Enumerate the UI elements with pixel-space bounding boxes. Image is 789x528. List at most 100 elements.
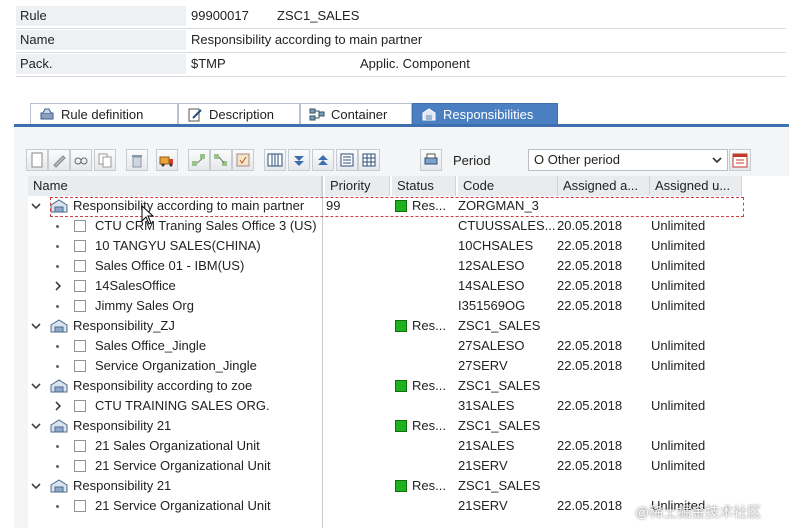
period-select[interactable]: O Other period (528, 149, 728, 171)
priority-cell (326, 316, 386, 336)
tab-responsibilities[interactable]: Responsibilities (412, 103, 558, 125)
column-header-status[interactable]: Status (392, 176, 456, 196)
org-unit-row[interactable]: Sales Office_Jingle 27SALESO 22.05.2018 Unl… (28, 336, 789, 356)
tree-bullet-icon (56, 305, 59, 308)
org-unit-row[interactable]: 21 Service Organizational Unit 21SERV 22.0… (28, 456, 789, 476)
priority-cell (326, 376, 386, 396)
code-cell: CTUUSSALES... (458, 218, 556, 233)
expand-chevron-right-icon[interactable] (51, 399, 65, 413)
expand-chevron-right-icon[interactable] (51, 279, 65, 293)
priority-cell (326, 416, 386, 436)
status-cell (412, 276, 456, 296)
name-cell: 10 TANGYU SALES(CHINA) (95, 238, 261, 253)
divider (16, 52, 786, 53)
expand-chevron-down-icon[interactable] (29, 419, 43, 433)
assigned-from-cell (557, 416, 649, 436)
expand-all-button[interactable] (288, 149, 310, 171)
status-cell (412, 496, 456, 516)
tab-description[interactable]: Description (178, 103, 300, 125)
tab-label: Container (331, 107, 388, 122)
column-header-name[interactable]: Name (28, 176, 322, 196)
code-cell: 21SERV (458, 498, 508, 513)
assigned-until-cell: Unlimited (651, 458, 706, 473)
simulate-button[interactable] (232, 149, 254, 171)
name-cell: 21 Service Organizational Unit (95, 458, 271, 473)
status-cell (412, 256, 456, 276)
column-header-priority[interactable]: Priority (325, 176, 390, 196)
assigned-from-cell: 22.05.2018 (557, 358, 623, 373)
priority-cell (326, 256, 386, 276)
responsibility-row[interactable]: Responsibility 21 Res... ZSC1_SALES (28, 416, 789, 436)
name-cell: CTU CRM Traning Sales Office 3 (US) (95, 218, 317, 233)
print-button[interactable] (420, 149, 442, 171)
pack-value: $TMP (191, 56, 226, 71)
status-cell (412, 296, 456, 316)
delete-button[interactable] (126, 149, 148, 171)
name-label: Name (16, 30, 186, 50)
display-button[interactable] (70, 149, 92, 171)
org-unit-row[interactable]: CTU TRAINING SALES ORG. 31SALES 22.05.2018… (28, 396, 789, 416)
assigned-from-cell: 22.05.2018 (557, 258, 623, 273)
assigned-until-cell (651, 316, 743, 336)
tree-bullet-icon (56, 445, 59, 448)
divider (16, 28, 786, 29)
assign-button[interactable] (188, 149, 210, 171)
unassign-button[interactable] (210, 149, 232, 171)
tree-bullet-icon (56, 225, 59, 228)
org-unit-row[interactable]: 21 Sales Organizational Unit 21SALES 22.05… (28, 436, 789, 456)
status-green-icon (395, 480, 407, 492)
assigned-from-cell (557, 376, 649, 396)
assigned-until-cell (651, 376, 743, 396)
column-header-code[interactable]: Code (458, 176, 558, 196)
status-cell (412, 236, 456, 256)
expand-chevron-down-icon[interactable] (29, 199, 43, 213)
responsibility-row[interactable]: Responsibility according to zoe Res... ZSC… (28, 376, 789, 396)
org-unit-row[interactable]: Jimmy Sales Org I351569OG 22.05.2018 Unlimi… (28, 296, 789, 316)
trash-icon (132, 155, 142, 168)
assigned-until-cell: Unlimited (651, 338, 706, 353)
rule-label: Rule (16, 6, 186, 26)
org-unit-row[interactable]: 10 TANGYU SALES(CHINA) 10CHSALES 22.05.201… (28, 236, 789, 256)
status-cell (412, 216, 456, 236)
create-button[interactable] (26, 149, 48, 171)
grid-settings-button[interactable] (358, 149, 380, 171)
name-cell: Responsibility 21 (73, 478, 172, 493)
assigned-until-cell: Unlimited (651, 258, 706, 273)
copy-button[interactable] (94, 149, 116, 171)
org-unit-row[interactable]: Sales Office 01 - IBM(US) 12SALESO 22.05.2… (28, 256, 789, 276)
mouse-cursor-icon (141, 205, 155, 225)
column-header-assigned-until[interactable]: Assigned u... (650, 176, 742, 196)
table-icon (362, 153, 376, 167)
column-header-assigned-from[interactable]: Assigned a... (558, 176, 650, 196)
collapse-all-button[interactable] (312, 149, 334, 171)
calendar-button[interactable] (729, 149, 751, 171)
org-unit-icon (74, 400, 86, 412)
tree-bullet-icon (56, 265, 59, 268)
code-cell: 27SALESO (458, 338, 525, 353)
assigned-until-cell: Unlimited (651, 398, 706, 413)
details-button[interactable] (336, 149, 358, 171)
status-cell (412, 356, 456, 376)
select-layout-button[interactable] (264, 149, 286, 171)
expand-chevron-down-icon[interactable] (29, 319, 43, 333)
expand-chevron-down-icon[interactable] (29, 379, 43, 393)
org-unit-row[interactable]: Service Organization_Jingle 27SERV 22.05.2… (28, 356, 789, 376)
tree-bullet-icon (56, 245, 59, 248)
org-unit-icon (74, 360, 86, 372)
assigned-from-cell (557, 476, 649, 496)
expand-chevron-down-icon[interactable] (29, 479, 43, 493)
name-value: Responsibility according to main partner (191, 32, 423, 47)
name-cell: Service Organization_Jingle (95, 358, 257, 373)
priority-cell (326, 496, 386, 516)
container-icon (309, 108, 325, 121)
change-button[interactable] (48, 149, 70, 171)
tab-label: Rule definition (61, 107, 144, 122)
tab-container[interactable]: Container (300, 103, 412, 125)
responsibility-row[interactable]: Responsibility_ZJ Res... ZSC1_SALES (28, 316, 789, 336)
responsibility-row[interactable]: Responsibility 21 Res... ZSC1_SALES (28, 476, 789, 496)
tab-rule-definition[interactable]: Rule definition (30, 103, 178, 125)
org-unit-row[interactable]: 14SalesOffice 14SALESO 22.05.2018 Unlimited (28, 276, 789, 296)
transport-button[interactable] (156, 149, 178, 171)
code-cell: ZSC1_SALES (458, 318, 541, 333)
simulate-icon (236, 153, 250, 167)
